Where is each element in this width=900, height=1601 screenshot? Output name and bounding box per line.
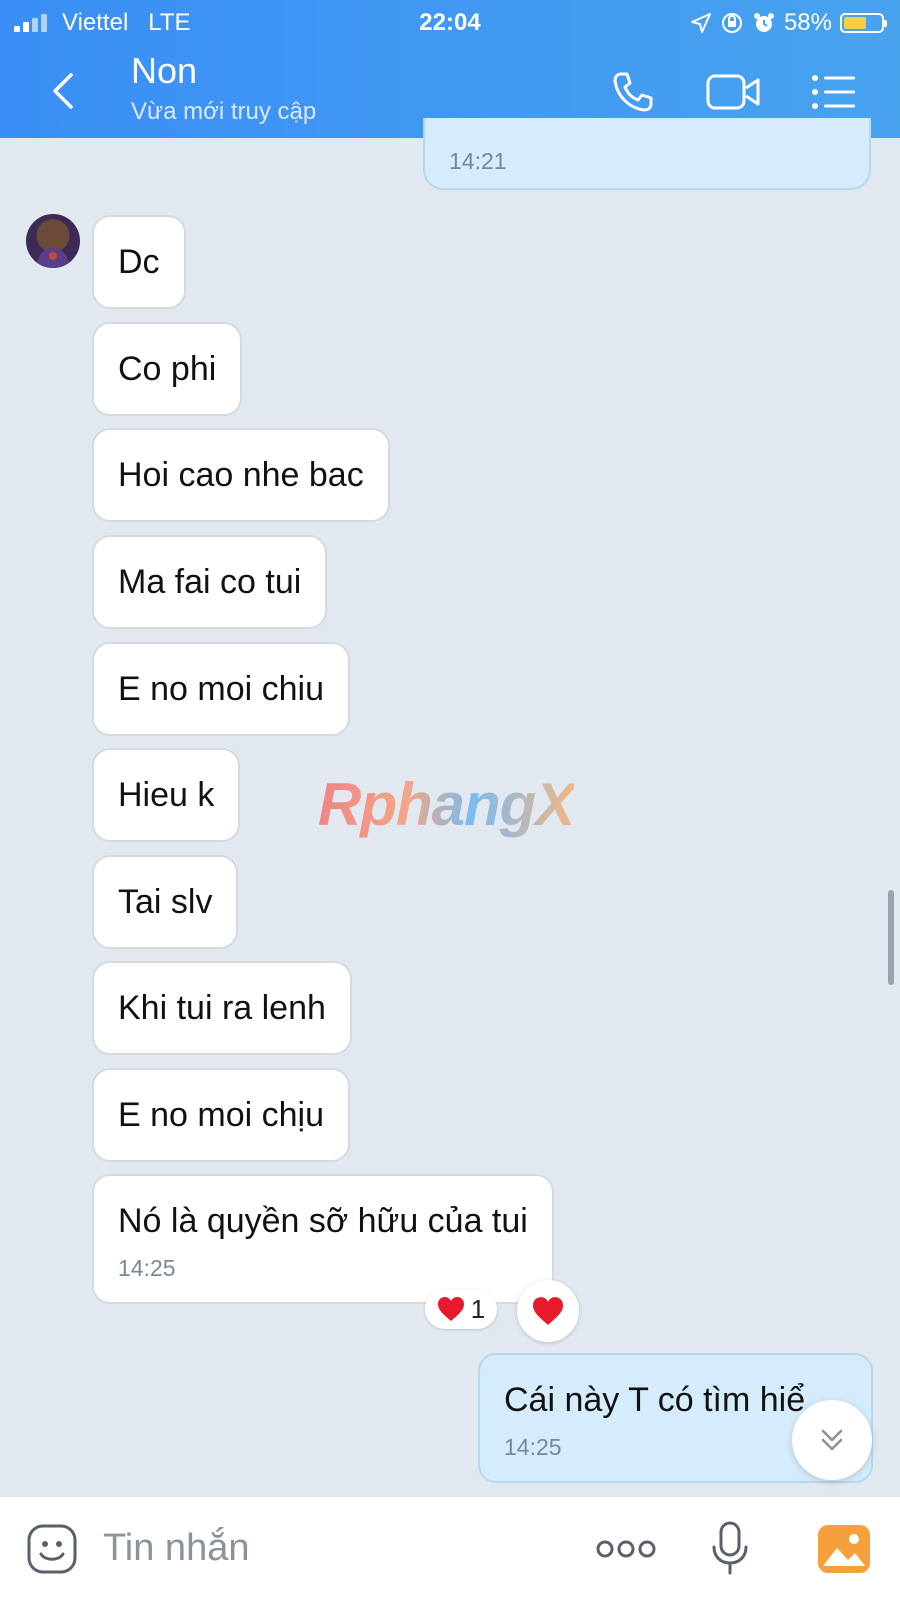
rotation-lock-icon: [721, 13, 742, 33]
message-text: Nó là quyền sỡ hữu của tui: [118, 1202, 528, 1240]
message-text: Cái này T có tìm hiể: [504, 1381, 806, 1419]
double-chevron-down-icon: [821, 1429, 843, 1451]
heart-icon: [437, 1297, 464, 1321]
message-text: E no moi chịu: [118, 1096, 324, 1134]
message-input[interactable]: Tin nhắn: [103, 1527, 249, 1570]
voice-button[interactable]: [708, 1519, 752, 1579]
avatar-image: [36, 226, 70, 268]
sticker-button[interactable]: [24, 1521, 80, 1577]
back-button[interactable]: [40, 68, 84, 114]
incoming-message[interactable]: Ma fai co tui: [92, 535, 328, 629]
incoming-message[interactable]: Co phi: [92, 322, 243, 416]
contact-avatar[interactable]: [26, 214, 80, 268]
more-icon: [596, 1540, 656, 1558]
video-icon: [706, 74, 760, 110]
menu-icon: [812, 75, 855, 109]
incoming-message[interactable]: Dc: [92, 215, 186, 309]
call-button[interactable]: [607, 66, 659, 118]
status-right: 58%: [690, 6, 887, 40]
incoming-message[interactable]: E no moi chịu: [92, 1068, 350, 1162]
image-icon: [818, 1525, 870, 1573]
scroll-to-bottom-button[interactable]: [792, 1400, 872, 1480]
message-text: Hoi cao nhe bac: [118, 456, 364, 494]
message-text: Hieu k: [118, 776, 215, 814]
heart-icon: [533, 1297, 563, 1325]
battery-percent: 58%: [783, 9, 832, 36]
incoming-message[interactable]: Hoi cao nhe bac: [92, 428, 390, 522]
incoming-message[interactable]: Khi tui ra lenh: [92, 961, 352, 1055]
sticker-icon: [27, 1524, 77, 1574]
contact-name[interactable]: Non: [131, 50, 197, 92]
scrollbar[interactable]: [888, 890, 894, 985]
video-call-button[interactable]: [704, 66, 764, 118]
reaction-summary[interactable]: 1: [425, 1289, 497, 1329]
message-text: Ma fai co tui: [118, 563, 302, 601]
battery-icon: [840, 13, 887, 33]
incoming-message[interactable]: Hieu k: [92, 748, 241, 842]
message-time: 14:25: [118, 1255, 176, 1281]
incoming-message[interactable]: Tai slv: [92, 855, 239, 949]
back-icon: [53, 73, 73, 109]
menu-button[interactable]: [808, 66, 860, 118]
message-text: E no moi chiu: [118, 670, 324, 708]
reaction-count: 1: [470, 1293, 486, 1324]
incoming-message[interactable]: E no moi chiu: [92, 642, 350, 736]
phone-icon: [613, 72, 653, 112]
more-button[interactable]: [595, 1531, 657, 1567]
message-text: Khi tui ra lenh: [118, 989, 326, 1027]
react-button[interactable]: [517, 1280, 579, 1342]
input-bar: Tin nhắn: [0, 1496, 900, 1601]
gallery-button[interactable]: [816, 1521, 872, 1577]
contact-status: Vừa mới truy cập: [131, 98, 317, 125]
watermark: RphangX: [318, 771, 575, 838]
outgoing-message-partial[interactable]: 14:21: [423, 118, 871, 190]
message-text: Co phi: [118, 350, 217, 388]
message-text: Dc: [118, 243, 160, 281]
location-icon: [690, 13, 711, 33]
incoming-message[interactable]: Nó là quyền sỡ hữu của tui 14:25: [92, 1174, 554, 1304]
microphone-icon: [712, 1521, 748, 1575]
message-text: Tai slv: [118, 883, 213, 921]
alarm-icon: [753, 13, 774, 32]
message-time: 14:21: [449, 148, 507, 174]
